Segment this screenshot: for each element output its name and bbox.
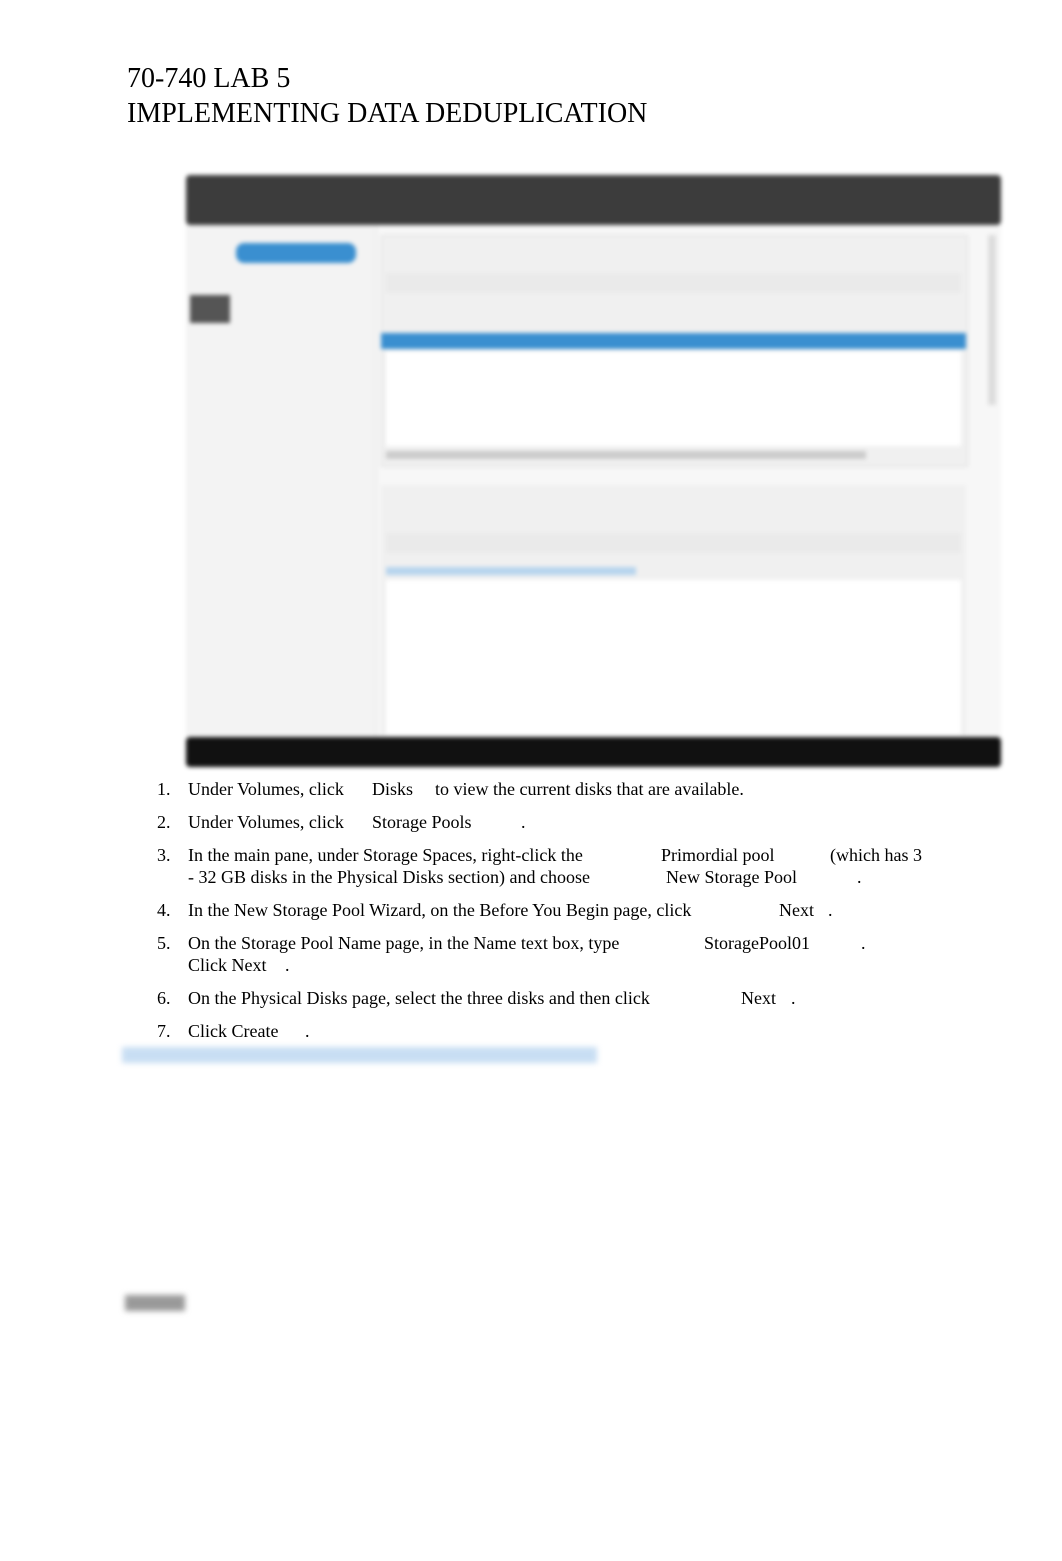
document-title-line2: IMPLEMENTING DATA DEDUPLICATION [127, 98, 648, 129]
document-title-line1: 70-740 LAB 5 [127, 63, 291, 94]
step-text: Click Create [188, 1021, 279, 1041]
step-text: . [791, 988, 796, 1008]
step-number: 6. [157, 988, 171, 1008]
step-text: In the New Storage Pool Wizard, on the B… [188, 900, 692, 920]
step-text: . [857, 867, 862, 887]
step-text: On the Storage Pool Name page, in the Na… [188, 933, 620, 953]
filter-bar-2 [386, 533, 961, 553]
step-text: Under Volumes, click [188, 779, 344, 799]
filter-bar [386, 273, 961, 293]
step-text: . [828, 900, 833, 920]
step-text: (which has 3 [830, 845, 922, 865]
server-icon [190, 295, 230, 323]
blurred-link-line [122, 1047, 597, 1063]
server-manager-screenshot [186, 175, 1001, 767]
step-text: . [521, 812, 526, 832]
vertical-scrollbar [988, 235, 996, 405]
step-number: 1. [157, 779, 171, 799]
step-number: 7. [157, 1021, 171, 1041]
step-number: 2. [157, 812, 171, 832]
step-number: 3. [157, 845, 171, 865]
step-text: . [285, 955, 290, 975]
step-text: Click Next [188, 955, 267, 975]
step-keyword: Next [779, 900, 814, 920]
step-keyword: Primordial pool [661, 845, 775, 865]
step-text: . [305, 1021, 310, 1041]
step-keyword: Storage Pools [372, 812, 472, 832]
nav-selected-item [236, 243, 356, 263]
step-text: . [861, 933, 866, 953]
blurred-page-number [125, 1295, 185, 1311]
selected-row [381, 333, 966, 349]
link-text [386, 567, 636, 575]
step-keyword: StoragePool01 [704, 933, 810, 953]
step-text: to view the current disks that are avail… [435, 779, 744, 799]
step-number: 4. [157, 900, 171, 920]
step-number: 5. [157, 933, 171, 953]
taskbar [186, 737, 1001, 767]
step-text: - 32 GB disks in the Physical Disks sect… [188, 867, 590, 887]
step-text: In the main pane, under Storage Spaces, … [188, 845, 583, 865]
horizontal-scrollbar [386, 451, 866, 459]
step-text: Under Volumes, click [188, 812, 344, 832]
step-keyword: Disks [372, 779, 414, 799]
step-text: On the Physical Disks page, select the t… [188, 988, 650, 1008]
step-keyword: Next [741, 988, 776, 1008]
window-titlebar [186, 175, 1001, 225]
step-keyword: New Storage Pool [666, 867, 797, 887]
